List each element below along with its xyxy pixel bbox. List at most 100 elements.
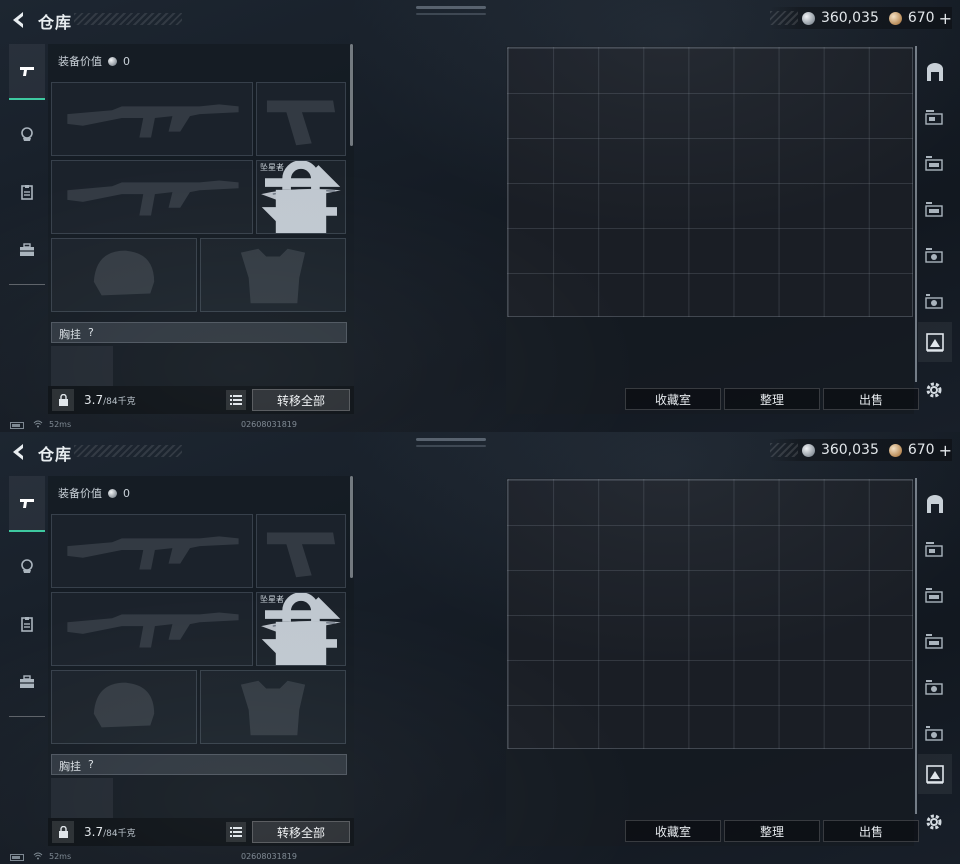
equipment-panel: 装备价值 0 坠星者 胸挂 ? 3.7/84千克 转移全部	[48, 476, 354, 846]
storage-tab-case-4[interactable]	[918, 668, 952, 708]
sell-button[interactable]: 出售	[823, 388, 919, 410]
organize-button[interactable]: 整理	[724, 388, 820, 410]
lock-button[interactable]	[52, 821, 74, 843]
case-1-icon	[925, 542, 943, 557]
melee-slot[interactable]: 坠星者	[256, 592, 346, 666]
settings-gear-icon[interactable]	[924, 812, 944, 832]
storage-tab-case-5[interactable]	[918, 714, 952, 754]
storage-tab-case-1[interactable]	[918, 530, 952, 570]
settings-gear-icon[interactable]	[924, 380, 944, 400]
tab-supplies[interactable]	[9, 164, 45, 220]
page-title: 仓库	[38, 445, 73, 464]
chest-rig-slot[interactable]	[51, 778, 113, 818]
tab-weapons[interactable]	[9, 44, 45, 100]
storage-tabs-scrollbar[interactable]	[915, 478, 917, 814]
tab-gear[interactable]	[9, 106, 45, 162]
silver-coin-icon	[108, 56, 117, 66]
gallery-icon	[926, 333, 944, 352]
pistol-icon	[20, 67, 34, 76]
storage-tab-case-1[interactable]	[918, 98, 952, 138]
case-4-icon	[925, 680, 943, 695]
sell-button[interactable]: 出售	[823, 820, 919, 842]
chest-rig-help-button[interactable]: ?	[88, 758, 94, 771]
storage-tab-safe[interactable]	[918, 52, 952, 92]
ping-text: 52ms	[49, 420, 72, 429]
storage-tab-case-2[interactable]	[918, 144, 952, 184]
storage-grid[interactable]	[507, 47, 913, 317]
carry-weight: 3.7/84千克	[84, 825, 136, 839]
chest-rig-label: 胸挂	[59, 328, 81, 341]
list-icon	[230, 395, 242, 405]
storage-tabs	[915, 46, 952, 416]
storage-tab-safe[interactable]	[918, 484, 952, 524]
silver-coin-icon	[108, 488, 117, 498]
chest-rig-help-button[interactable]: ?	[88, 326, 94, 339]
equipment-scrollbar[interactable]	[350, 44, 353, 146]
storage-grid[interactable]	[507, 479, 913, 749]
tab-cases[interactable]	[9, 654, 45, 710]
tab-supplies[interactable]	[9, 596, 45, 652]
equipment-value: 装备价值 0	[58, 485, 130, 501]
helmet-badge-icon	[21, 559, 33, 573]
storage-tab-case-3[interactable]	[918, 190, 952, 230]
storage-panel: 收藏室 整理 出售	[506, 46, 919, 414]
body-armor-icon	[240, 248, 306, 304]
storage-tabs-scrollbar[interactable]	[915, 46, 917, 382]
body-armor-icon	[240, 680, 306, 736]
storage-tab-gallery[interactable]	[918, 322, 952, 362]
currency-bar: 360,035 670 +	[769, 7, 952, 29]
storage-tab-case-2[interactable]	[918, 576, 952, 616]
clipboard-icon	[21, 185, 33, 200]
helmet-slot[interactable]	[51, 670, 197, 744]
primary-weapon-slot[interactable]	[51, 82, 253, 156]
chest-rig-header: 胸挂 ?	[51, 754, 347, 775]
transfer-all-button[interactable]: 转移全部	[252, 821, 350, 843]
add-currency-button[interactable]: +	[939, 9, 952, 28]
equipment-value-label: 装备价值	[58, 487, 102, 500]
add-currency-button[interactable]: +	[939, 441, 952, 460]
equipment-scrollbar[interactable]	[350, 476, 353, 578]
storage-tab-case-4[interactable]	[918, 236, 952, 276]
assault-rifle-icon	[67, 536, 239, 570]
gold-coin-icon	[888, 443, 902, 457]
silver-amount: 360,035	[820, 442, 879, 458]
tab-weapons[interactable]	[9, 476, 45, 532]
lock-button[interactable]	[52, 389, 74, 411]
status-bar: 52ms 02608031819	[0, 419, 960, 432]
list-view-button[interactable]	[226, 822, 246, 842]
case-3-icon	[925, 202, 943, 217]
equipment-value: 装备价值 0	[58, 53, 130, 69]
storage-tab-case-5[interactable]	[918, 282, 952, 322]
assault-rifle-icon	[67, 104, 239, 138]
battery-icon	[10, 854, 24, 861]
secondary-weapon-slot[interactable]	[51, 160, 253, 234]
warehouse-screen: 仓库 360,035 670 + 装备价值 0 坠星者 胸挂 ? 3.7/84千…	[0, 432, 960, 864]
tab-gear[interactable]	[9, 538, 45, 594]
title-decoration	[74, 13, 182, 25]
storage-tab-case-3[interactable]	[918, 622, 952, 662]
collection-room-button[interactable]: 收藏室	[625, 388, 721, 410]
list-view-button[interactable]	[226, 390, 246, 410]
warehouse-screen: 仓库 360,035 670 + 装备价值 0 坠星者 胸挂 ? 3.7/84千…	[0, 0, 960, 432]
back-arrow-icon[interactable]	[8, 9, 30, 31]
primary-weapon-slot[interactable]	[51, 514, 253, 588]
case-2-icon	[925, 156, 943, 171]
melee-slot[interactable]: 坠星者	[256, 160, 346, 234]
storage-tab-gallery[interactable]	[918, 754, 952, 794]
collection-room-button[interactable]: 收藏室	[625, 820, 721, 842]
sidearm-slot[interactable]	[256, 514, 346, 588]
wifi-icon	[33, 852, 43, 860]
helmet-slot[interactable]	[51, 238, 197, 312]
chest-rig-slot[interactable]	[51, 346, 113, 386]
transfer-all-button[interactable]: 转移全部	[252, 389, 350, 411]
organize-button[interactable]: 整理	[724, 820, 820, 842]
helmet-icon	[93, 682, 155, 728]
armor-slot[interactable]	[200, 670, 346, 744]
tab-cases[interactable]	[9, 222, 45, 278]
sidearm-slot[interactable]	[256, 82, 346, 156]
secondary-weapon-slot[interactable]	[51, 592, 253, 666]
gallery-icon	[926, 765, 944, 784]
armor-slot[interactable]	[200, 238, 346, 312]
assault-rifle-icon	[67, 612, 239, 648]
back-arrow-icon[interactable]	[8, 441, 30, 463]
